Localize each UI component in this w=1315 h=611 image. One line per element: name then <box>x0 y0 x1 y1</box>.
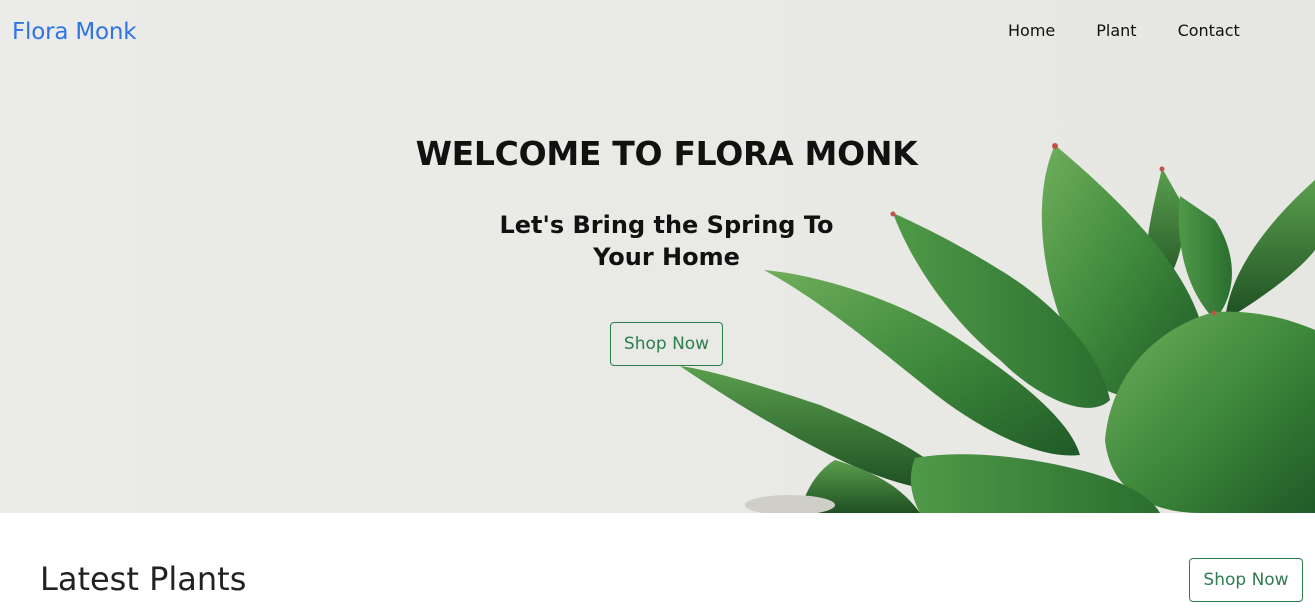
brand-logo-link[interactable]: Flora Monk <box>12 19 137 45</box>
hero-title: WELCOME TO FLORA MONK <box>415 134 918 173</box>
nav-link-home[interactable]: Home <box>1008 21 1055 40</box>
latest-shop-now-button[interactable]: Shop Now <box>1189 558 1303 602</box>
latest-plants-heading: Latest Plants <box>40 560 247 598</box>
nav-link-plant[interactable]: Plant <box>1096 21 1136 40</box>
hero-section: Flora Monk Home Plant Contact WELCOME TO… <box>0 0 1315 513</box>
hero-subtitle-line2: Your Home <box>593 243 740 271</box>
hero-shop-now-button[interactable]: Shop Now <box>610 322 723 366</box>
hero-subtitle: Let's Bring the Spring To Your Home <box>0 209 1315 273</box>
hero-subtitle-line1: Let's Bring the Spring To <box>499 211 834 239</box>
nav-link-contact[interactable]: Contact <box>1178 21 1240 40</box>
main-nav: Home Plant Contact <box>1008 21 1240 40</box>
